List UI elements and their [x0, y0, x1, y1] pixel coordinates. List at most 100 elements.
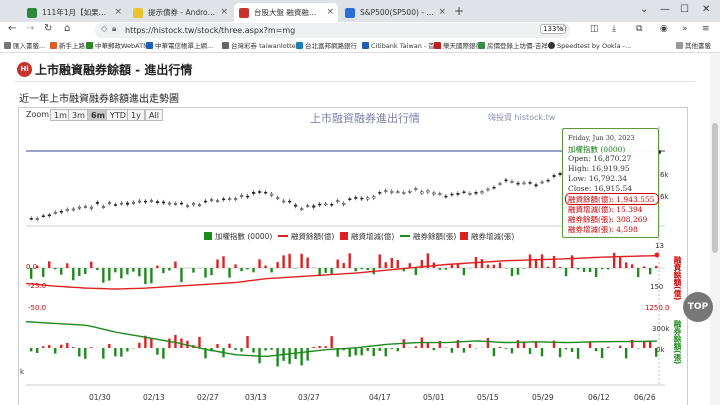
margin-change-bar: [618, 257, 622, 268]
margin-change-bar: [132, 268, 135, 272]
short-change-bar: [366, 348, 369, 351]
margin-change-bar: [480, 259, 484, 268]
right-axis-label: 300k: [652, 325, 670, 333]
candlestick: [390, 190, 394, 193]
short-change-bar: [270, 348, 273, 350]
candlestick: [113, 204, 117, 206]
right-axis-label: 1250.0: [645, 304, 670, 312]
margin-change-bar: [606, 268, 610, 270]
candlestick: [498, 183, 502, 185]
candlestick: [546, 179, 550, 182]
candlestick: [396, 191, 400, 194]
margin-change-bar: [114, 268, 117, 273]
candlestick: [378, 192, 382, 194]
short-change-bar: [36, 348, 39, 353]
candlestick: [240, 195, 244, 197]
candlestick: [276, 197, 280, 200]
candlestick: [119, 202, 123, 205]
candlestick: [462, 191, 466, 193]
candlestick: [167, 202, 172, 205]
candlestick: [246, 195, 250, 198]
margin-change-bar: [348, 253, 351, 268]
short-change-bar: [42, 346, 45, 348]
candlestick: [89, 206, 93, 209]
legend-margin-change[interactable]: 融資增減(億): [340, 231, 394, 242]
candlestick: [300, 208, 304, 211]
short-change-bar: [228, 343, 231, 348]
back-to-top-button[interactable]: TOP: [683, 292, 713, 322]
x-tick-label: 04/17: [369, 393, 391, 402]
margin-change-bar: [594, 268, 598, 278]
candlestick: [480, 191, 484, 194]
short-change-bar: [312, 346, 315, 348]
short-change-bar: [636, 348, 640, 349]
x-tick-label: 06/26: [634, 393, 656, 402]
margin-change-bar: [300, 253, 303, 268]
short-change-bar: [372, 348, 375, 357]
legend-short-change[interactable]: 融券增減(張): [460, 231, 514, 242]
margin-change-bar: [528, 254, 532, 268]
candlestick: [59, 211, 63, 213]
candlestick: [510, 181, 514, 183]
margin-change-bar: [276, 262, 279, 268]
margin-change-bar: [252, 268, 255, 273]
candlestick: [282, 200, 286, 203]
tooltip-open: Open: 16,870.27: [568, 154, 632, 163]
margin-change-bar: [576, 268, 580, 270]
margin-change-bar: [396, 259, 399, 268]
margin-change-bar: [258, 259, 261, 268]
candlestick: [137, 200, 142, 203]
margin-change-bar: [78, 268, 81, 276]
margin-change-bar: [126, 268, 129, 275]
margin-change-bar: [342, 263, 345, 268]
short-change-bar: [498, 346, 502, 348]
margin-change-bar: [288, 253, 291, 268]
margin-change-bar: [438, 268, 442, 270]
x-tick-label: 05/01: [423, 393, 445, 402]
candlestick: [420, 191, 424, 194]
candlestick: [216, 200, 220, 203]
margin-change-bar: [414, 268, 418, 275]
margin-change-bar: [354, 268, 357, 272]
candlestick: [324, 203, 328, 206]
short-change-bar: [126, 348, 129, 352]
legend-margin-balance[interactable]: 融資餘額(億): [278, 231, 334, 242]
candlestick: [252, 191, 256, 194]
short-change-bar: [360, 348, 363, 356]
legend-short-balance[interactable]: 融券餘額(張): [400, 231, 456, 242]
short-change-bar: [510, 348, 514, 354]
margin-change-bar: [48, 261, 51, 268]
candlestick: [474, 192, 478, 194]
margin-change-bar: [558, 266, 562, 268]
margin-change-bar: [444, 268, 448, 270]
margin-change-bar: [228, 268, 231, 278]
candlestick: [222, 198, 226, 201]
short-change-bar: [108, 343, 111, 348]
candlestick: [173, 203, 178, 205]
legend-index[interactable]: 加權指數 (0000): [204, 231, 272, 242]
short-change-bar: [618, 345, 622, 348]
margin-change-bar: [192, 268, 195, 273]
right-axis-label: 6k: [660, 193, 669, 201]
short-change-bar: [162, 348, 165, 359]
short-change-bar: [150, 337, 153, 348]
margin-change-bar: [612, 252, 616, 268]
short-change-bar: [396, 348, 399, 352]
margin-change-bar: [222, 256, 225, 268]
candlestick: [342, 203, 346, 205]
candlestick: [348, 198, 352, 200]
short-change-bar: [330, 336, 333, 348]
candlestick: [516, 182, 520, 185]
margin-change-bar: [546, 266, 550, 268]
margin-change-bar: [366, 268, 369, 271]
margin-change-bar: [636, 268, 640, 278]
candlestick: [288, 200, 292, 203]
right-axis-label: 6k: [660, 171, 669, 179]
margin-change-bar: [60, 268, 63, 275]
candlestick: [149, 200, 154, 202]
candlestick: [552, 175, 556, 177]
candlestick: [354, 197, 358, 199]
legend-swatch: [204, 232, 212, 240]
short-change-bar: [216, 344, 219, 348]
short-change-bar: [72, 347, 75, 348]
